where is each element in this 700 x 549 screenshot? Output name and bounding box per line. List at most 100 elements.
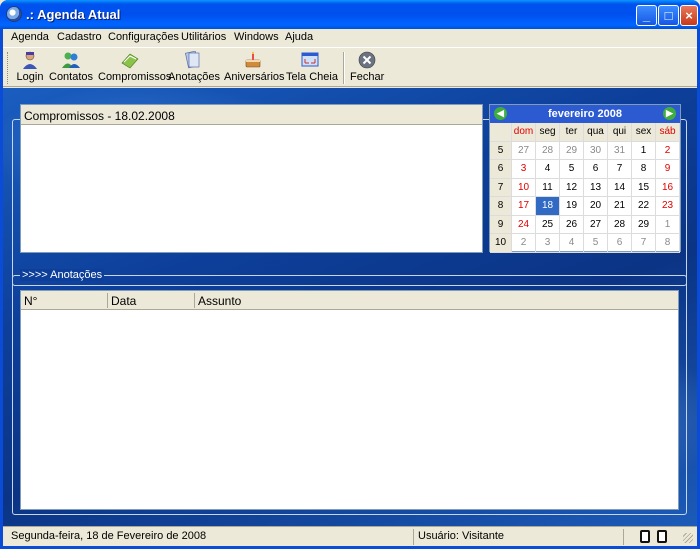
column-divider[interactable]	[107, 293, 108, 308]
calendar-day[interactable]: 7	[608, 160, 632, 179]
calendar-day[interactable]: 1	[656, 215, 680, 234]
column-header-numero[interactable]: N°	[24, 294, 37, 308]
calendar-day[interactable]: 14	[608, 178, 632, 197]
column-header-assunto[interactable]: Assunto	[198, 294, 241, 308]
prev-month-button[interactable]: ◀	[494, 107, 507, 120]
calendar-day[interactable]: 27	[512, 141, 536, 160]
maximize-button[interactable]: □	[658, 5, 679, 26]
calendar-day[interactable]: 10	[512, 178, 536, 197]
calendar-day[interactable]: 2	[656, 141, 680, 160]
fechar-button[interactable]: Fechar	[350, 49, 384, 87]
menu-cadastro[interactable]: Cadastro	[57, 31, 102, 43]
column-header-data[interactable]: Data	[111, 294, 136, 308]
calendar-header: ◀ fevereiro 2008 ▶	[490, 105, 680, 123]
calendar-day[interactable]: 12	[560, 178, 584, 197]
anotacoes-table[interactable]: N° Data Assunto	[20, 290, 679, 510]
calendar-day[interactable]: 13	[584, 178, 608, 197]
appointments-icon	[121, 53, 139, 69]
calendar-day[interactable]: 29	[632, 215, 656, 234]
login-button[interactable]: Login	[15, 49, 45, 87]
calendar-day[interactable]: 18	[536, 197, 560, 216]
calendar-day[interactable]: 5	[584, 234, 608, 253]
menu-utilitarios[interactable]: Utilitários	[181, 31, 226, 43]
calendar-day[interactable]: 29	[560, 141, 584, 160]
compromissos-header: Compromissos - 18.02.2008	[21, 105, 482, 125]
calendar-day[interactable]: 31	[608, 141, 632, 160]
calendar-day[interactable]: 4	[536, 160, 560, 179]
calendar-day[interactable]: 20	[584, 197, 608, 216]
login-icon	[23, 51, 37, 69]
title-bar[interactable]: .: Agenda Atual _ □ ×	[0, 0, 700, 29]
calendar-day[interactable]: 7	[632, 234, 656, 253]
menu-windows[interactable]: Windows	[234, 31, 279, 43]
num-lock-indicator-icon	[657, 530, 667, 543]
calendar-day[interactable]: 8	[656, 234, 680, 253]
calendar-dow-header: dom	[512, 123, 536, 142]
contatos-label: Contatos	[49, 71, 94, 83]
calendar-day[interactable]: 2	[512, 234, 536, 253]
calendar-day[interactable]: 3	[512, 160, 536, 179]
tela-cheia-button[interactable]: Tela Cheia	[286, 49, 338, 87]
calendar: ◀ fevereiro 2008 ▶ dom seg ter qua qui sex sáb…	[489, 104, 681, 253]
calendar-day[interactable]: 30	[584, 141, 608, 160]
menu-bar: Agenda Cadastro Configurações Utilitário…	[3, 29, 697, 47]
calendar-day[interactable]: 19	[560, 197, 584, 216]
calendar-dow-header: ter	[560, 123, 584, 142]
aniversarios-button[interactable]: Aniversários	[224, 49, 285, 87]
resize-grip[interactable]	[683, 533, 693, 543]
calendar-day[interactable]: 24	[512, 215, 536, 234]
aniversarios-label: Aniversários	[224, 71, 285, 83]
column-divider[interactable]	[194, 293, 195, 308]
birthday-cake-icon	[245, 51, 261, 68]
calendar-day[interactable]: 15	[632, 178, 656, 197]
app-icon[interactable]	[6, 6, 22, 22]
calendar-day[interactable]: 28	[608, 215, 632, 234]
anotacoes-button[interactable]: Anotações	[168, 49, 220, 87]
calendar-day[interactable]: 1	[632, 141, 656, 160]
toolbar-grip[interactable]	[7, 52, 10, 84]
calendar-day[interactable]: 28	[536, 141, 560, 160]
window-title: .: Agenda Atual	[26, 7, 121, 22]
calendar-day[interactable]: 27	[584, 215, 608, 234]
calendar-day[interactable]: 26	[560, 215, 584, 234]
menu-ajuda[interactable]: Ajuda	[285, 31, 313, 43]
calendar-month-label: fevereiro 2008	[548, 108, 622, 120]
calendar-day[interactable]: 16	[656, 178, 680, 197]
compromissos-button[interactable]: Compromissos	[98, 49, 171, 87]
status-user: Usuário: Visitante	[413, 529, 623, 545]
calendar-week-number: 5	[490, 141, 512, 160]
calendar-week-number: 8	[490, 197, 512, 216]
calendar-day[interactable]: 9	[656, 160, 680, 179]
calendar-day[interactable]: 17	[512, 197, 536, 216]
menu-configuracoes[interactable]: Configurações	[108, 31, 179, 43]
next-month-button[interactable]: ▶	[663, 107, 676, 120]
calendar-dow-header: qua	[584, 123, 608, 142]
contatos-button[interactable]: Contatos	[49, 49, 93, 87]
client-area: Agenda Cadastro Configurações Utilitário…	[3, 29, 697, 546]
calendar-day[interactable]: 6	[608, 234, 632, 253]
contacts-icon	[62, 52, 80, 68]
anotacoes-label: Anotações	[168, 71, 220, 83]
calendar-week-number: 6	[490, 160, 512, 179]
compromissos-list[interactable]: Compromissos - 18.02.2008	[20, 104, 483, 253]
close-button[interactable]: ×	[680, 5, 698, 26]
calendar-day[interactable]: 6	[584, 160, 608, 179]
calendar-day[interactable]: 4	[560, 234, 584, 253]
calendar-day[interactable]: 5	[560, 160, 584, 179]
status-bar: Segunda-feira, 18 de Fevereiro de 2008 U…	[3, 526, 697, 546]
minimize-button[interactable]: _	[636, 5, 657, 26]
calendar-day[interactable]: 3	[536, 234, 560, 253]
calendar-dow-header: seg	[536, 123, 560, 142]
calendar-day[interactable]: 25	[536, 215, 560, 234]
calendar-day[interactable]: 21	[608, 197, 632, 216]
tela-cheia-label: Tela Cheia	[286, 71, 338, 83]
calendar-day[interactable]: 23	[656, 197, 680, 216]
calendar-day[interactable]: 22	[632, 197, 656, 216]
calendar-day[interactable]: 11	[536, 178, 560, 197]
calendar-grid: dom seg ter qua qui sex sáb 5 27 28 29 30 31 1 2 6 3 4 5 6 7…	[490, 123, 680, 253]
calendar-day[interactable]: 8	[632, 160, 656, 179]
toolbar: Login Contatos Compromissos Anotações An…	[3, 47, 697, 87]
calendar-week-number: 9	[490, 215, 512, 234]
menu-agenda[interactable]: Agenda	[11, 31, 49, 43]
calendar-dow-header: sáb	[656, 123, 680, 142]
